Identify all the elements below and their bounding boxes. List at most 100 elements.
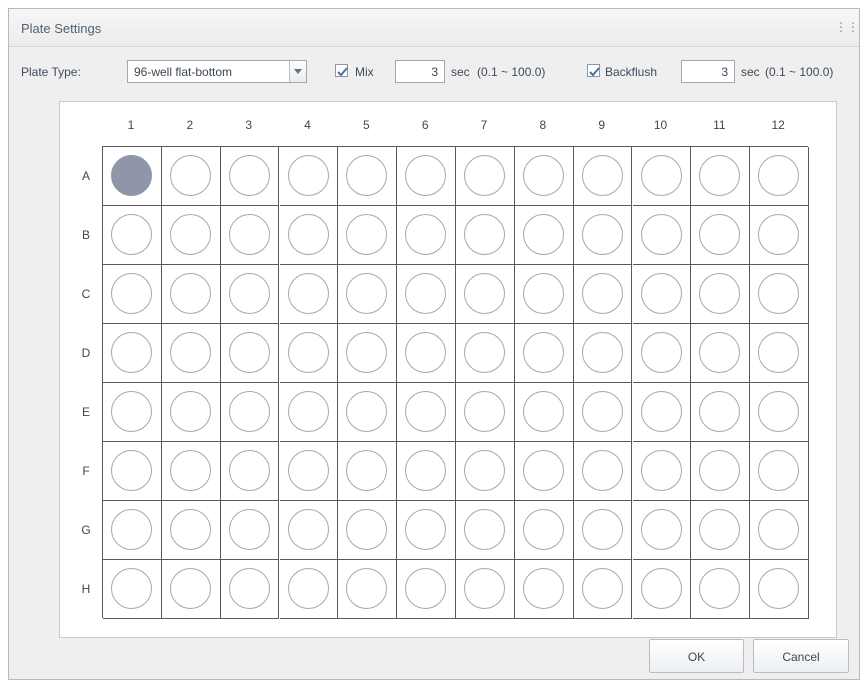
- well-a10[interactable]: [640, 155, 682, 196]
- well-cell[interactable]: [573, 206, 633, 265]
- well-cell[interactable]: [103, 442, 162, 501]
- well-cell[interactable]: [514, 560, 574, 619]
- well-cell[interactable]: [279, 265, 339, 324]
- well-d9[interactable]: [581, 332, 623, 373]
- well-cell[interactable]: [750, 206, 809, 265]
- well-cell[interactable]: [632, 383, 692, 442]
- well-cell[interactable]: [338, 501, 398, 560]
- well-h8[interactable]: [522, 568, 564, 609]
- well-c8[interactable]: [522, 273, 564, 314]
- well-g4[interactable]: [287, 509, 329, 550]
- well-a4[interactable]: [287, 155, 329, 196]
- well-cell[interactable]: [691, 442, 751, 501]
- well-cell[interactable]: [279, 560, 339, 619]
- well-b3[interactable]: [228, 214, 270, 255]
- well-cell[interactable]: [573, 560, 633, 619]
- well-a12[interactable]: [758, 155, 800, 196]
- well-c6[interactable]: [405, 273, 447, 314]
- well-f11[interactable]: [699, 450, 741, 491]
- well-cell[interactable]: [161, 560, 221, 619]
- well-e5[interactable]: [346, 391, 388, 432]
- well-cell[interactable]: [397, 501, 456, 560]
- well-cell[interactable]: [456, 265, 515, 324]
- well-cell[interactable]: [514, 147, 574, 206]
- well-a1[interactable]: [111, 155, 152, 196]
- mix-seconds-input[interactable]: 3: [395, 60, 445, 83]
- well-cell[interactable]: [514, 501, 574, 560]
- well-b2[interactable]: [169, 214, 211, 255]
- well-a9[interactable]: [581, 155, 623, 196]
- well-cell[interactable]: [103, 147, 162, 206]
- well-a11[interactable]: [699, 155, 741, 196]
- well-g7[interactable]: [464, 509, 505, 550]
- well-d8[interactable]: [522, 332, 564, 373]
- well-cell[interactable]: [573, 501, 633, 560]
- cancel-button[interactable]: Cancel: [753, 639, 849, 673]
- well-c11[interactable]: [699, 273, 741, 314]
- well-cell[interactable]: [632, 206, 692, 265]
- well-d7[interactable]: [464, 332, 505, 373]
- well-cell[interactable]: [750, 383, 809, 442]
- well-cell[interactable]: [750, 560, 809, 619]
- well-cell[interactable]: [103, 501, 162, 560]
- backflush-checkbox[interactable]: [587, 64, 600, 77]
- well-h3[interactable]: [228, 568, 270, 609]
- well-c5[interactable]: [346, 273, 388, 314]
- well-g8[interactable]: [522, 509, 564, 550]
- backflush-seconds-input[interactable]: 3: [681, 60, 735, 83]
- well-f5[interactable]: [346, 450, 388, 491]
- well-cell[interactable]: [220, 383, 280, 442]
- well-g12[interactable]: [758, 509, 800, 550]
- well-cell[interactable]: [397, 560, 456, 619]
- well-cell[interactable]: [456, 560, 515, 619]
- well-cell[interactable]: [279, 442, 339, 501]
- well-cell[interactable]: [632, 442, 692, 501]
- well-cell[interactable]: [397, 324, 456, 383]
- well-c2[interactable]: [169, 273, 211, 314]
- well-h10[interactable]: [640, 568, 682, 609]
- well-cell[interactable]: [161, 206, 221, 265]
- well-e11[interactable]: [699, 391, 741, 432]
- well-cell[interactable]: [632, 324, 692, 383]
- well-b11[interactable]: [699, 214, 741, 255]
- well-cell[interactable]: [573, 147, 633, 206]
- well-e2[interactable]: [169, 391, 211, 432]
- well-b1[interactable]: [111, 214, 152, 255]
- well-cell[interactable]: [161, 501, 221, 560]
- well-cell[interactable]: [632, 147, 692, 206]
- well-cell[interactable]: [573, 442, 633, 501]
- well-cell[interactable]: [279, 501, 339, 560]
- well-e10[interactable]: [640, 391, 682, 432]
- well-cell[interactable]: [279, 206, 339, 265]
- well-cell[interactable]: [397, 206, 456, 265]
- well-cell[interactable]: [161, 147, 221, 206]
- well-cell[interactable]: [220, 442, 280, 501]
- well-cell[interactable]: [338, 147, 398, 206]
- well-g3[interactable]: [228, 509, 270, 550]
- well-e7[interactable]: [464, 391, 505, 432]
- well-h1[interactable]: [111, 568, 152, 609]
- well-cell[interactable]: [691, 147, 751, 206]
- well-e1[interactable]: [111, 391, 152, 432]
- well-c10[interactable]: [640, 273, 682, 314]
- plate-type-select[interactable]: 96-well flat-bottom: [127, 60, 307, 83]
- well-d1[interactable]: [111, 332, 152, 373]
- well-f1[interactable]: [111, 450, 152, 491]
- well-e4[interactable]: [287, 391, 329, 432]
- well-h7[interactable]: [464, 568, 505, 609]
- well-cell[interactable]: [456, 147, 515, 206]
- well-cell[interactable]: [691, 501, 751, 560]
- well-cell[interactable]: [456, 501, 515, 560]
- well-cell[interactable]: [279, 147, 339, 206]
- well-f7[interactable]: [464, 450, 505, 491]
- well-d4[interactable]: [287, 332, 329, 373]
- well-a5[interactable]: [346, 155, 388, 196]
- well-b4[interactable]: [287, 214, 329, 255]
- well-d6[interactable]: [405, 332, 447, 373]
- well-cell[interactable]: [750, 324, 809, 383]
- well-f6[interactable]: [405, 450, 447, 491]
- well-cell[interactable]: [456, 324, 515, 383]
- well-b12[interactable]: [758, 214, 800, 255]
- well-f12[interactable]: [758, 450, 800, 491]
- well-a3[interactable]: [228, 155, 270, 196]
